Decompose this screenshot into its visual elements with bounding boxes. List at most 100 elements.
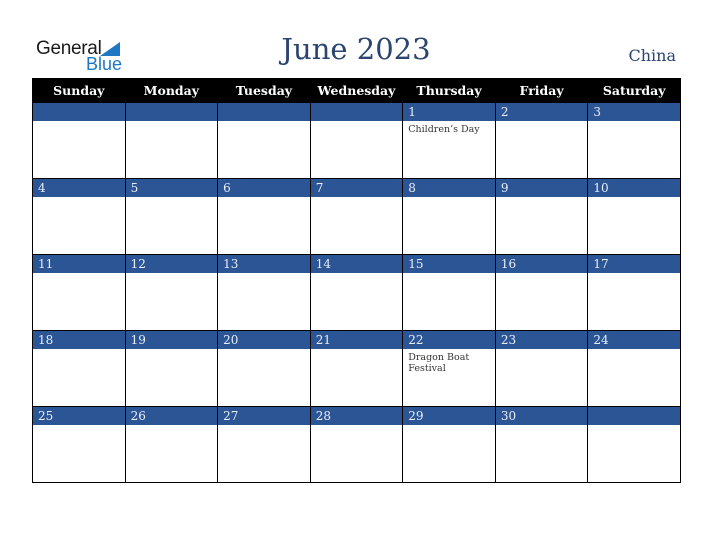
holiday-label [311,273,403,276]
day-number: 8 [403,179,495,197]
holiday-label [218,197,310,200]
holiday-label: Children’s Day [408,124,480,135]
day-cell[interactable] [32,102,126,179]
holiday-label [403,425,495,428]
day-cell[interactable] [124,102,219,179]
day-cell[interactable]: 4 [32,178,126,255]
calendar-grid: Sunday Monday Tuesday Wednesday Thursday… [32,78,681,483]
day-number: 14 [310,255,403,273]
holiday-label [126,349,218,352]
day-number: 28 [310,407,403,425]
week-row: 1 Children’s Day 2 3 [32,102,681,179]
day-number: 24 [588,331,680,349]
weekday-header: Monday [124,78,219,103]
day-cell[interactable]: 14 [309,254,404,331]
day-cell[interactable]: 12 [124,254,219,331]
day-cell[interactable]: 24 [587,330,681,407]
day-cell[interactable] [587,406,681,483]
holiday-label [33,349,125,352]
day-number: 26 [125,407,218,425]
day-number: 2 [495,103,588,121]
day-cell[interactable]: 13 [217,254,311,331]
holiday-label [33,273,125,276]
week-row: 25 26 27 28 29 30 [32,406,681,483]
weekday-header: Wednesday [309,78,404,103]
holiday-label [588,349,680,352]
week-row: 4 5 6 7 8 9 10 [32,178,681,255]
holiday-label [496,349,588,352]
day-cell[interactable]: 29 [402,406,496,483]
holiday-label [126,197,218,200]
day-cell[interactable]: 27 [217,406,311,483]
day-cell[interactable]: 16 [494,254,589,331]
week-row: 18 19 20 21 22 Dragon Boat Festival 23 24 [32,330,681,407]
day-number: 20 [218,331,310,349]
day-number [588,407,680,425]
day-cell[interactable]: 11 [32,254,126,331]
day-number [218,103,310,121]
weekday-header-row: Sunday Monday Tuesday Wednesday Thursday… [32,78,681,103]
holiday-label: Dragon Boat Festival [408,352,470,374]
day-cell[interactable]: 30 [494,406,589,483]
holiday-label [33,121,125,124]
day-cell[interactable]: 18 [32,330,126,407]
holiday-label [588,121,680,124]
day-number: 30 [495,407,588,425]
day-cell[interactable] [309,102,404,179]
day-cell[interactable]: 10 [587,178,681,255]
day-number: 1 [403,103,495,121]
day-cell[interactable]: 28 [309,406,404,483]
day-number: 13 [218,255,310,273]
weekday-header: Saturday [587,78,681,103]
day-cell[interactable]: 7 [309,178,404,255]
day-cell[interactable]: 23 [494,330,589,407]
day-number [33,103,125,121]
day-number: 7 [310,179,403,197]
day-cell[interactable]: 17 [587,254,681,331]
day-number: 21 [310,331,403,349]
holiday-label [311,197,403,200]
weekday-header: Tuesday [217,78,311,103]
holiday-label [496,121,588,124]
day-cell[interactable]: 6 [217,178,311,255]
day-number: 23 [495,331,588,349]
day-cell[interactable]: 15 [402,254,496,331]
day-cell[interactable]: 1 Children’s Day [402,102,496,179]
day-cell[interactable]: 9 [494,178,589,255]
holiday-label [218,349,310,352]
day-cell[interactable]: 26 [124,406,219,483]
day-number: 3 [588,103,680,121]
page-title: June 2023 [281,32,431,66]
day-number: 5 [125,179,218,197]
day-number: 29 [403,407,495,425]
day-cell[interactable]: 19 [124,330,219,407]
day-number: 15 [403,255,495,273]
day-number: 22 [403,331,495,349]
day-number: 12 [125,255,218,273]
day-cell[interactable]: 21 [309,330,404,407]
day-cell[interactable]: 3 [587,102,681,179]
day-cell[interactable]: 5 [124,178,219,255]
day-cell[interactable] [217,102,311,179]
day-cell[interactable]: 25 [32,406,126,483]
holiday-label [33,425,125,428]
day-cell[interactable]: 8 [402,178,496,255]
holiday-label [126,121,218,124]
day-number: 11 [33,255,125,273]
day-number: 27 [218,407,310,425]
holiday-label [311,425,403,428]
holiday-label [496,273,588,276]
day-number: 6 [218,179,310,197]
day-cell[interactable]: 22 Dragon Boat Festival [402,330,496,407]
weekday-header: Friday [494,78,589,103]
day-number [310,103,403,121]
day-cell[interactable]: 2 [494,102,589,179]
holiday-label [588,197,680,200]
day-cell[interactable]: 20 [217,330,311,407]
day-number: 18 [33,331,125,349]
holiday-label [218,273,310,276]
day-number: 9 [495,179,588,197]
day-number: 16 [495,255,588,273]
day-number: 4 [33,179,125,197]
holiday-label [126,425,218,428]
